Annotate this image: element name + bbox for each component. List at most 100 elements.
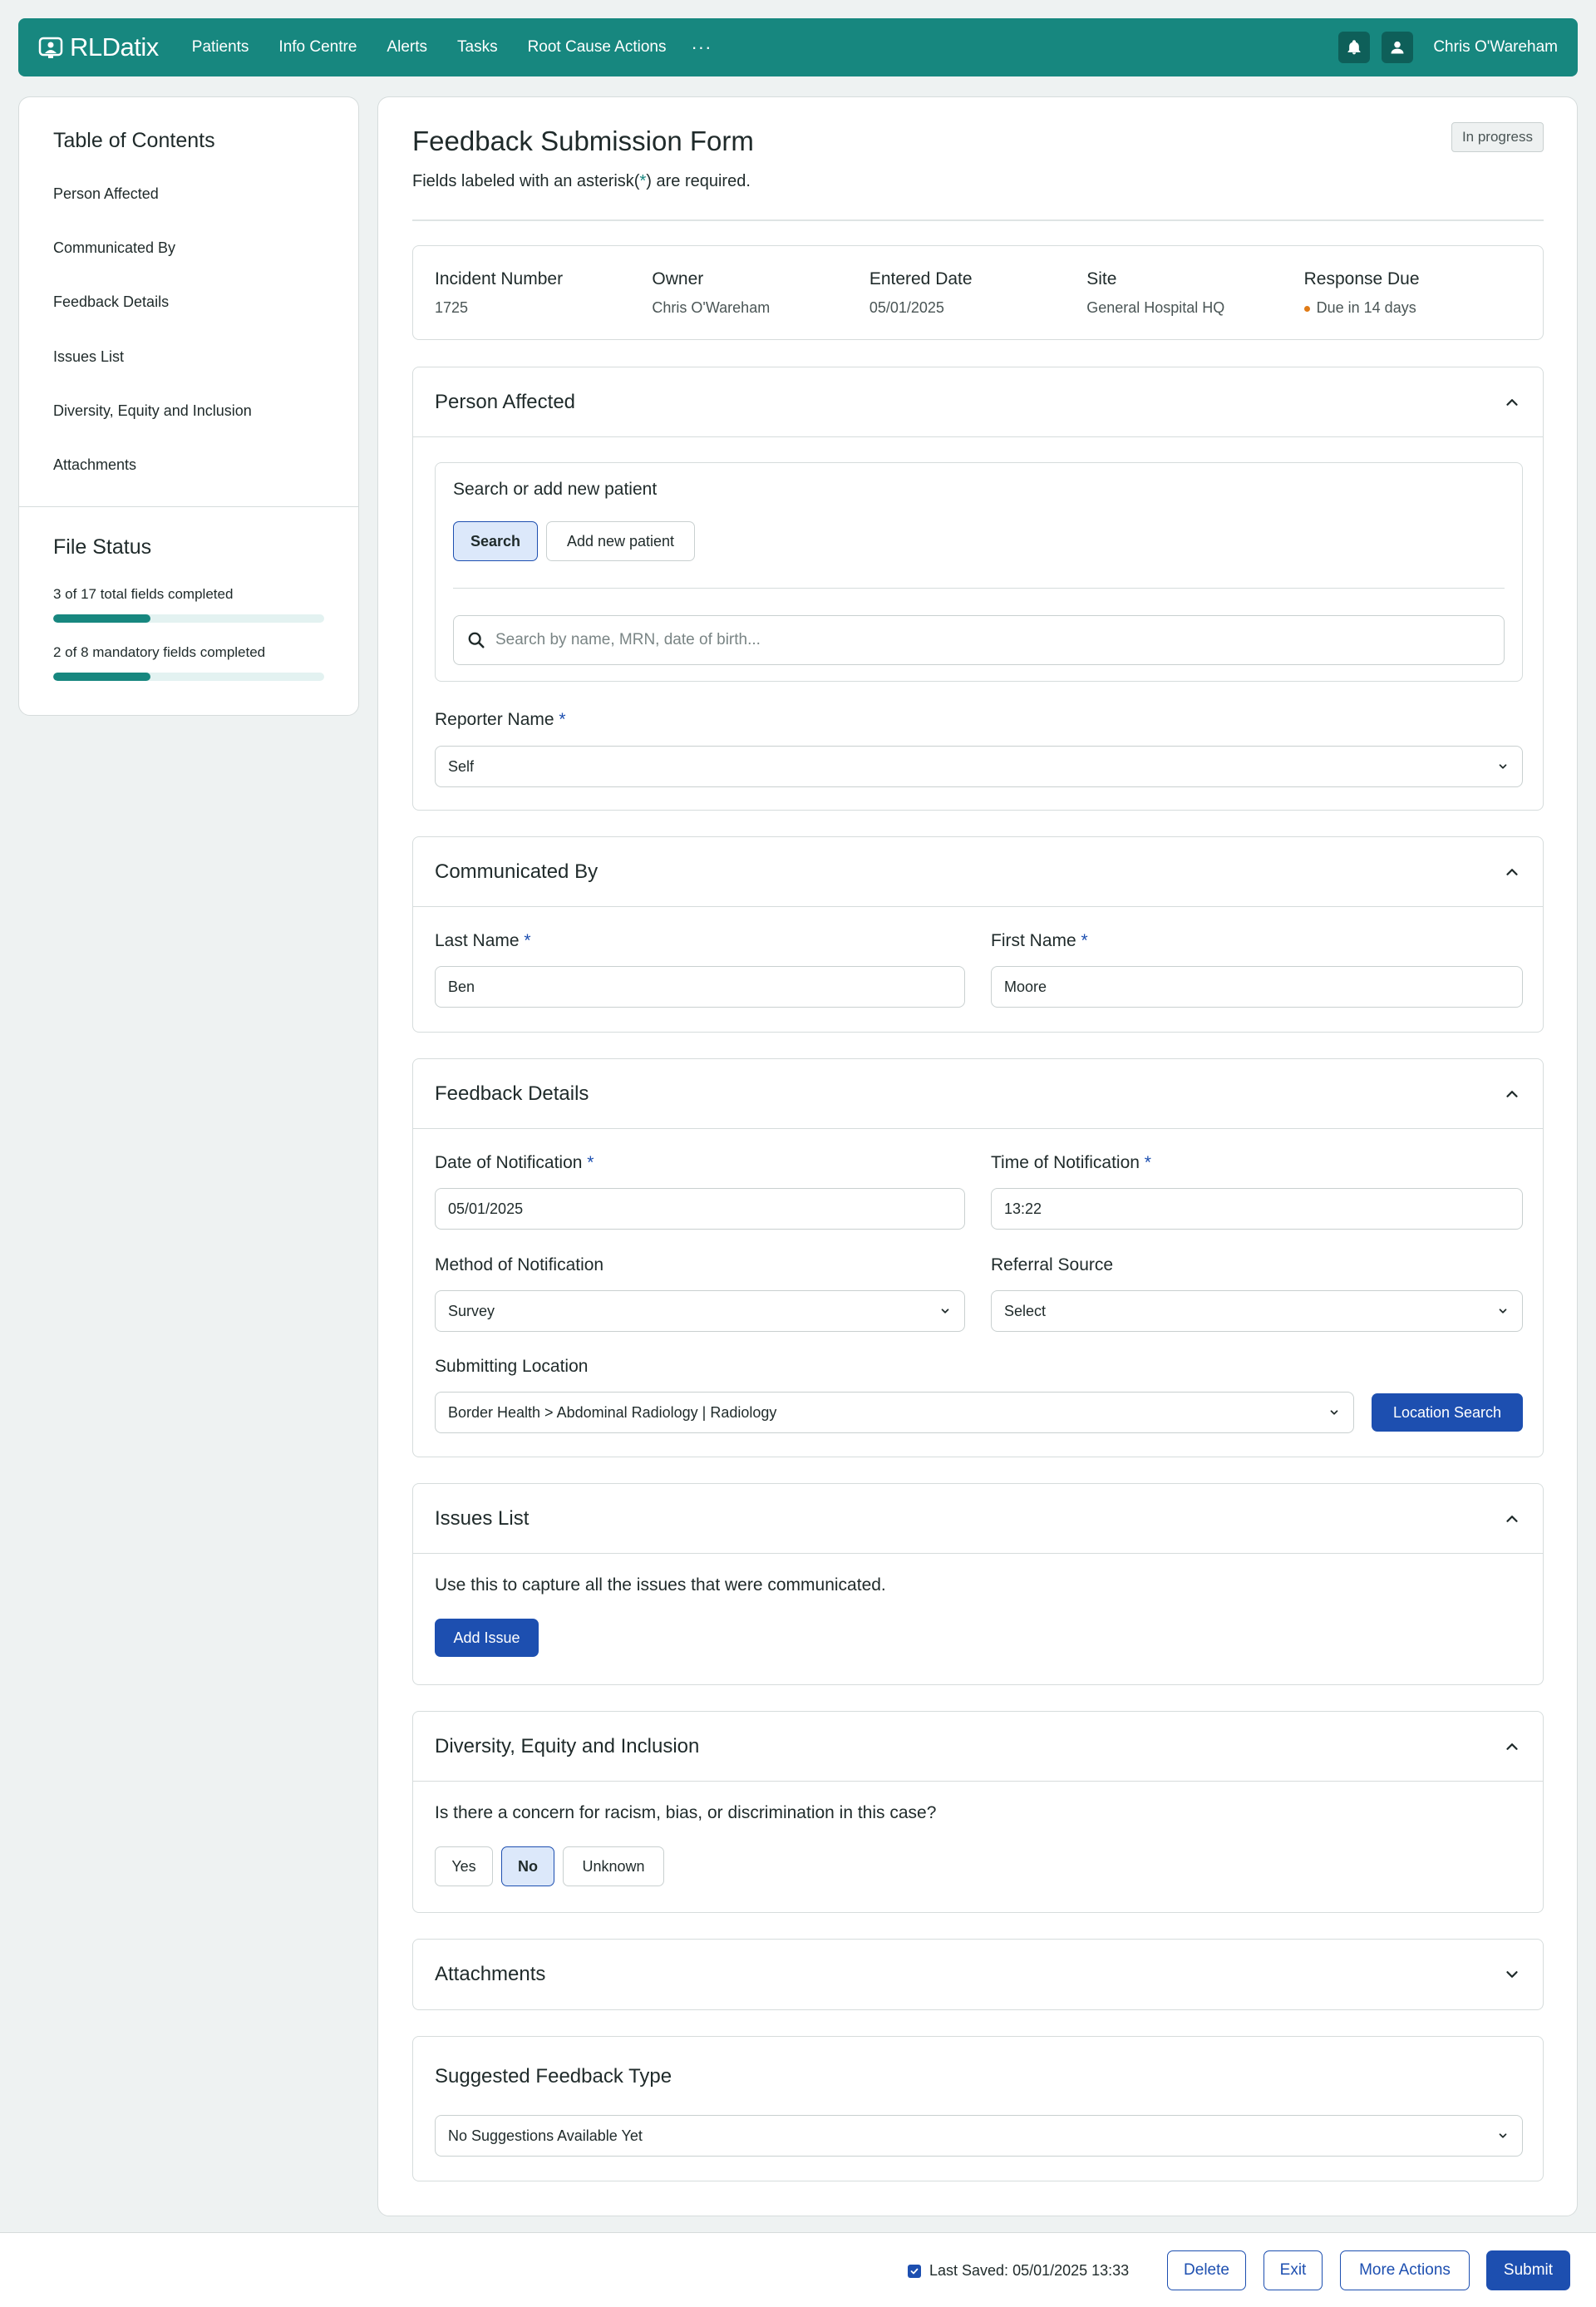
add-issue-button[interactable]: Add Issue <box>435 1619 539 1657</box>
chevron-down-icon <box>1499 2133 1507 2138</box>
nav-item-alerts[interactable]: Alerts <box>387 38 427 57</box>
chevron-up-icon <box>1506 1515 1518 1522</box>
owner-label: Owner <box>652 269 704 288</box>
status-badge: In progress <box>1451 122 1544 152</box>
entered-date-label: Entered Date <box>869 269 973 288</box>
dei-yes-button[interactable]: Yes <box>435 1846 493 1886</box>
title-divider <box>412 219 1544 221</box>
response-due-text: Due in 14 days <box>1316 299 1416 316</box>
first-name-required-mark: * <box>1081 931 1088 950</box>
last-name-input[interactable]: Ben <box>435 966 965 1008</box>
collapse-dei-button[interactable] <box>1503 1738 1521 1756</box>
date-of-notification-label-text: Date of Notification <box>435 1153 583 1172</box>
issues-list-description: Use this to capture all the issues that … <box>435 1575 886 1595</box>
incident-number-field: Incident Number 1725 <box>435 269 652 317</box>
last-name-label: Last Name * <box>435 931 531 951</box>
nav-item-root-cause-actions[interactable]: Root Cause Actions <box>528 38 667 57</box>
more-menu-button[interactable]: ··· <box>691 37 712 58</box>
submitting-location-label: Submitting Location <box>435 1357 589 1376</box>
exit-button[interactable]: Exit <box>1264 2250 1323 2290</box>
issues-list-panel: Issues List Use this to capture all the … <box>412 1483 1544 1685</box>
time-required-mark: * <box>1144 1153 1151 1172</box>
toc-item-communicated-by[interactable]: Communicated By <box>53 239 175 257</box>
submit-button[interactable]: Submit <box>1486 2250 1570 2290</box>
toc-item-feedback-details[interactable]: Feedback Details <box>53 293 169 311</box>
suggested-feedback-select[interactable]: No Suggestions Available Yet <box>435 2115 1523 2157</box>
attachments-title: Attachments <box>435 1963 546 1985</box>
search-icon <box>468 632 485 648</box>
feedback-details-title: Feedback Details <box>435 1082 589 1105</box>
referral-source-select[interactable]: Select <box>991 1290 1523 1332</box>
communicated-by-panel: Communicated By Last Name * Ben First Na… <box>412 836 1544 1033</box>
response-due-field: Response Due Due in 14 days <box>1303 269 1521 317</box>
checkbox-checked-icon <box>908 2264 921 2278</box>
sidebar: Table of Contents Person Affected Commun… <box>18 96 359 716</box>
delete-button[interactable]: Delete <box>1167 2250 1246 2290</box>
chevron-down-icon <box>1499 1309 1507 1314</box>
time-of-notification-input[interactable]: 13:22 <box>991 1188 1523 1230</box>
referral-source-value: Select <box>1004 1302 1047 1319</box>
patient-search-input[interactable]: Search by name, MRN, date of birth... <box>453 615 1505 665</box>
nav-item-info-centre[interactable]: Info Centre <box>278 38 357 57</box>
dei-question: Is there a concern for racism, bias, or … <box>435 1803 937 1822</box>
required-note-after: ) are required. <box>646 172 751 190</box>
patient-search-heading: Search or add new patient <box>453 480 658 499</box>
collapse-communicated-by-button[interactable] <box>1503 863 1521 881</box>
due-status-dot-icon <box>1303 305 1310 312</box>
chevron-down-icon <box>1330 1410 1338 1415</box>
required-fields-note: Fields labeled with an asterisk(*) are r… <box>412 172 751 191</box>
sidebar-divider <box>19 506 358 507</box>
mandatory-fields-progress <box>53 673 324 681</box>
nav-item-patients[interactable]: Patients <box>192 38 249 57</box>
add-new-patient-button[interactable]: Add new patient <box>546 521 695 561</box>
reporter-name-label: Reporter Name * <box>435 710 566 730</box>
footer-action-bar: Last Saved: 05/01/2025 13:33 Delete Exit… <box>0 2232 1596 2307</box>
dei-no-button[interactable]: No <box>501 1846 554 1886</box>
toc-item-dei[interactable]: Diversity, Equity and Inclusion <box>53 402 252 420</box>
collapse-person-affected-button[interactable] <box>1503 393 1521 412</box>
search-tab-button[interactable]: Search <box>453 521 538 561</box>
location-search-button[interactable]: Location Search <box>1372 1393 1523 1432</box>
first-name-label: First Name * <box>991 931 1088 951</box>
main-form-card: Feedback Submission Form Fields labeled … <box>377 96 1578 2216</box>
referral-source-label: Referral Source <box>991 1255 1114 1274</box>
notifications-button[interactable] <box>1338 32 1371 63</box>
owner-value: Chris O'Wareham <box>652 299 771 316</box>
dei-unknown-button[interactable]: Unknown <box>563 1846 664 1886</box>
method-of-notification-label: Method of Notification <box>435 1255 604 1274</box>
reporter-name-value: Self <box>448 757 475 775</box>
collapse-issues-list-button[interactable] <box>1503 1510 1521 1528</box>
date-required-mark: * <box>587 1153 594 1172</box>
time-of-notification-label: Time of Notification * <box>991 1153 1151 1173</box>
first-name-input[interactable]: Moore <box>991 966 1523 1008</box>
brand-logo[interactable]: RLDatix <box>38 32 159 62</box>
user-name[interactable]: Chris O'Wareham <box>1433 38 1558 57</box>
collapse-feedback-details-button[interactable] <box>1503 1085 1521 1103</box>
toc-item-issues-list[interactable]: Issues List <box>53 348 124 366</box>
toc-item-person-affected[interactable]: Person Affected <box>53 185 159 203</box>
toc-item-attachments[interactable]: Attachments <box>53 456 136 474</box>
toc-title: Table of Contents <box>53 129 215 152</box>
date-of-notification-label: Date of Notification * <box>435 1153 594 1173</box>
site-label: Site <box>1086 269 1117 288</box>
patient-search-placeholder: Search by name, MRN, date of birth... <box>495 631 761 648</box>
brand-name: RLDatix <box>70 32 159 62</box>
more-actions-button[interactable]: More Actions <box>1340 2250 1470 2290</box>
first-name-label-text: First Name <box>991 931 1076 950</box>
method-of-notification-select[interactable]: Survey <box>435 1290 965 1332</box>
site-value: General Hospital HQ <box>1086 299 1225 316</box>
incident-number-label: Incident Number <box>435 269 564 288</box>
mandatory-fields-label: 2 of 8 mandatory fields completed <box>53 644 266 660</box>
total-fields-progress <box>53 614 324 623</box>
nav-item-tasks[interactable]: Tasks <box>457 38 498 57</box>
person-affected-title: Person Affected <box>435 390 576 413</box>
expand-attachments-button[interactable] <box>1503 1965 1521 1984</box>
user-profile-button[interactable] <box>1382 32 1414 63</box>
reporter-name-required-mark: * <box>559 710 566 729</box>
date-of-notification-input[interactable]: 05/01/2025 <box>435 1188 965 1230</box>
reporter-name-select[interactable]: Self <box>435 746 1523 787</box>
issues-list-title: Issues List <box>435 1506 530 1530</box>
submitting-location-select[interactable]: Border Health > Abdominal Radiology | Ra… <box>435 1392 1354 1433</box>
chevron-down-icon <box>1499 764 1507 769</box>
chevron-up-icon <box>1506 1090 1518 1097</box>
